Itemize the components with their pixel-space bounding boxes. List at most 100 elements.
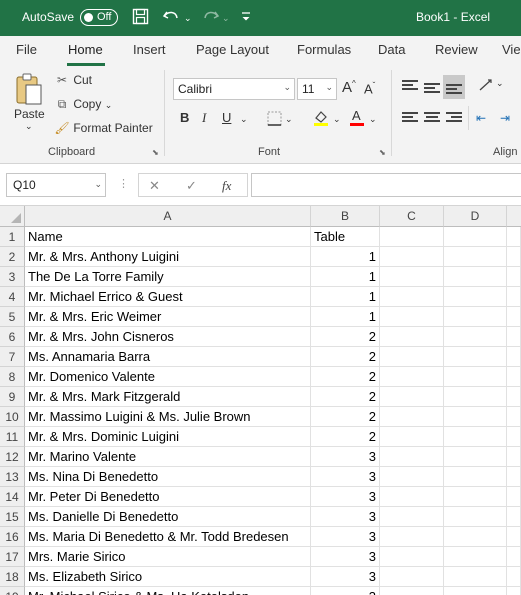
cell-a[interactable]: Ms. Nina Di Benedetto [25, 467, 311, 487]
row-header[interactable]: 11 [0, 427, 25, 447]
formula-bar-grip-icon[interactable]: ⋮ [118, 177, 129, 190]
row-header[interactable]: 2 [0, 247, 25, 267]
cell-d[interactable] [444, 227, 507, 247]
cell-c[interactable] [380, 487, 444, 507]
cell-e[interactable] [507, 467, 521, 487]
cell-c[interactable] [380, 467, 444, 487]
cell-a[interactable]: Ms. Elizabeth Sirico [25, 567, 311, 587]
row-header[interactable]: 10 [0, 407, 25, 427]
cell-c[interactable] [380, 307, 444, 327]
cell-c[interactable] [380, 267, 444, 287]
tab-file[interactable]: File [16, 42, 37, 57]
cell-b[interactable]: Table [311, 227, 380, 247]
cell-d[interactable] [444, 527, 507, 547]
orientation-dropdown-icon[interactable]: ⌄ [496, 78, 504, 89]
undo-dropdown-icon[interactable]: ⌄ [184, 9, 192, 27]
row-header[interactable]: 16 [0, 527, 25, 547]
cell-d[interactable] [444, 507, 507, 527]
cell-e[interactable] [507, 267, 521, 287]
align-right-icon[interactable] [446, 112, 462, 126]
cell-e[interactable] [507, 487, 521, 507]
cell-a[interactable]: Ms. Annamaria Barra [25, 347, 311, 367]
paste-dropdown-icon[interactable]: ⌄ [25, 121, 33, 132]
cell-e[interactable] [507, 407, 521, 427]
row-header[interactable]: 7 [0, 347, 25, 367]
cell-a[interactable]: Mr. & Mrs. Eric Weimer [25, 307, 311, 327]
cell-c[interactable] [380, 287, 444, 307]
cell-c[interactable] [380, 407, 444, 427]
underline-button[interactable]: U [222, 110, 231, 125]
cell-d[interactable] [444, 247, 507, 267]
row-header[interactable]: 15 [0, 507, 25, 527]
tab-review[interactable]: Review [435, 42, 478, 57]
underline-dropdown-icon[interactable]: ⌄ [240, 114, 248, 125]
cell-a[interactable]: Mr. Massimo Luigini & Ms. Julie Brown [25, 407, 311, 427]
redo-icon[interactable] [200, 8, 220, 26]
cell-a[interactable]: The De La Torre Family [25, 267, 311, 287]
cell-b[interactable]: 3 [311, 527, 380, 547]
italic-button[interactable]: I [202, 110, 206, 126]
cell-a[interactable]: Mr. Michael Sirico & Ms. Ha Ketelsden [25, 587, 311, 595]
tab-insert[interactable]: Insert [133, 42, 166, 57]
cell-c[interactable] [380, 507, 444, 527]
font-size-select[interactable]: 11 ⌄ [297, 78, 337, 100]
cell-a[interactable]: Mr. & Mrs. Anthony Luigini [25, 247, 311, 267]
column-header-d[interactable]: D [444, 206, 507, 227]
row-header[interactable]: 1 [0, 227, 25, 247]
cell-b[interactable]: 1 [311, 307, 380, 327]
cell-a[interactable]: Mr. Michael Errico & Guest [25, 287, 311, 307]
redo-dropdown-icon[interactable]: ⌄ [222, 9, 230, 27]
cell-c[interactable] [380, 247, 444, 267]
column-header-e[interactable] [507, 206, 521, 227]
column-header-b[interactable]: B [311, 206, 380, 227]
cell-b[interactable]: 3 [311, 507, 380, 527]
row-header[interactable]: 17 [0, 547, 25, 567]
cell-d[interactable] [444, 327, 507, 347]
cancel-icon[interactable]: ✕ [149, 178, 160, 194]
cell-c[interactable] [380, 547, 444, 567]
cell-d[interactable] [444, 407, 507, 427]
cell-e[interactable] [507, 547, 521, 567]
row-header[interactable]: 12 [0, 447, 25, 467]
copy-dropdown-icon[interactable]: ⌄ [105, 100, 113, 110]
fill-color-icon[interactable] [313, 109, 329, 130]
cell-e[interactable] [507, 527, 521, 547]
cell-b[interactable]: 3 [311, 547, 380, 567]
cell-d[interactable] [444, 347, 507, 367]
cut-button[interactable]: ✂ Cut [54, 73, 92, 87]
row-header[interactable]: 19 [0, 587, 25, 595]
cell-a[interactable]: Mr. Domenico Valente [25, 367, 311, 387]
cell-d[interactable] [444, 287, 507, 307]
increase-indent-icon[interactable]: ⇥ [500, 111, 510, 125]
borders-dropdown-icon[interactable]: ⌄ [285, 114, 293, 125]
cell-e[interactable] [507, 447, 521, 467]
row-header[interactable]: 3 [0, 267, 25, 287]
format-painter-button[interactable]: 🖌 Format Painter [54, 121, 152, 135]
cell-c[interactable] [380, 567, 444, 587]
cell-d[interactable] [444, 547, 507, 567]
copy-button[interactable]: ⧉ Copy ⌄ [54, 97, 113, 112]
cell-b[interactable]: 1 [311, 287, 380, 307]
cell-b[interactable]: 3 [311, 587, 380, 595]
cell-a[interactable]: Ms. Danielle Di Benedetto [25, 507, 311, 527]
enter-icon[interactable]: ✓ [186, 178, 197, 194]
tab-formulas[interactable]: Formulas [297, 42, 351, 57]
cell-b[interactable]: 2 [311, 347, 380, 367]
cell-d[interactable] [444, 387, 507, 407]
cell-c[interactable] [380, 447, 444, 467]
align-bottom-icon[interactable] [443, 75, 465, 99]
font-name-select[interactable]: Calibri ⌄ [173, 78, 295, 100]
cell-b[interactable]: 1 [311, 267, 380, 287]
cell-e[interactable] [507, 347, 521, 367]
cell-a[interactable]: Ms. Maria Di Benedetto & Mr. Todd Bredes… [25, 527, 311, 547]
font-color-dropdown-icon[interactable]: ⌄ [369, 114, 377, 125]
cell-e[interactable] [507, 567, 521, 587]
cell-e[interactable] [507, 427, 521, 447]
cell-a[interactable]: Mr. & Mrs. John Cisneros [25, 327, 311, 347]
decrease-font-size-icon[interactable]: Aˇ [364, 81, 375, 96]
cell-d[interactable] [444, 467, 507, 487]
row-header[interactable]: 8 [0, 367, 25, 387]
clipboard-launcher-icon[interactable]: ⬊ [152, 148, 159, 157]
orientation-icon[interactable] [478, 78, 494, 95]
select-all-button[interactable] [0, 206, 25, 227]
